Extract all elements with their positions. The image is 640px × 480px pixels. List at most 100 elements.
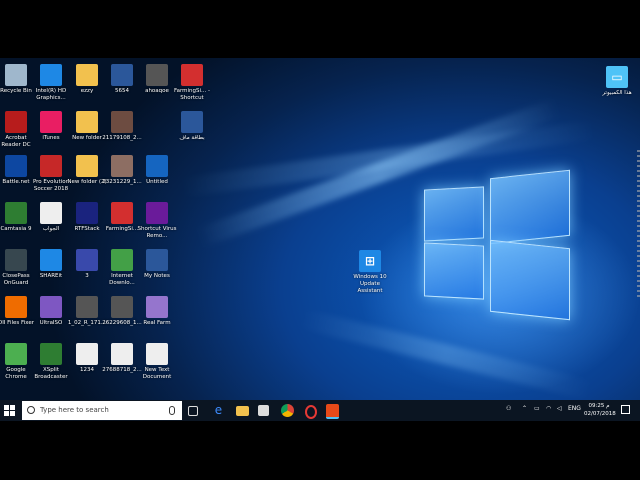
- desktop-icon[interactable]: New folder (2): [67, 155, 107, 186]
- desktop-icon[interactable]: Real Farm: [137, 296, 177, 327]
- dll-fixer-icon: [5, 296, 27, 318]
- letterbox-bottom: [0, 421, 640, 480]
- desktop-icon-label: Shortcut Virus Remo...: [137, 226, 177, 239]
- windows-logo-pane: [490, 169, 570, 245]
- desktop-icon[interactable]: 21179108_2...: [102, 111, 142, 142]
- search-placeholder: Type here to search: [40, 406, 109, 414]
- chrome-taskbar-icon[interactable]: [281, 404, 294, 417]
- desktop-icon-label: 27688718_2...: [102, 367, 142, 373]
- onguard-icon: [5, 249, 27, 271]
- desktop-icon-label: بطاقة ماف: [179, 135, 205, 141]
- desktop-icon[interactable]: 3: [67, 249, 107, 280]
- video-file-icon: [146, 64, 168, 86]
- opera-icon[interactable]: [305, 405, 317, 419]
- image-file-icon: [111, 155, 133, 177]
- desktop-icon[interactable]: New folder: [67, 111, 107, 142]
- desktop-icon[interactable]: 5654: [102, 64, 142, 95]
- screen: Recycle Bin Intel(R) HD Graphics... ezzy 56…: [0, 0, 640, 480]
- volume-icon[interactable]: ◁: [557, 405, 562, 412]
- image-file-icon: [76, 249, 98, 271]
- desktop-icon[interactable]: Shortcut Virus Remo...: [137, 202, 177, 240]
- shareit-icon: [40, 249, 62, 271]
- desktop-icon[interactable]: ezzy: [67, 64, 107, 95]
- desktop-icon[interactable]: 1234: [67, 343, 107, 374]
- desktop-icon[interactable]: New Text Document: [137, 343, 177, 381]
- desktop-icon[interactable]: Pro Evolution Soccer 2018: [31, 155, 71, 193]
- desktop-icon[interactable]: iTunes: [31, 111, 71, 142]
- camtasia-taskbar-icon[interactable]: [326, 404, 339, 419]
- search-icon: [27, 406, 35, 414]
- desktop-icon-this-pc[interactable]: ▭ هذا الكمبيوتر: [597, 66, 637, 97]
- rtfstack-icon: [76, 202, 98, 224]
- word-doc-icon: [181, 111, 203, 133]
- desktop-icon-label: iTunes: [42, 135, 60, 141]
- this-pc-icon: ▭: [606, 66, 628, 88]
- desktop-icon[interactable]: UltraISO: [31, 296, 71, 327]
- windows-update-icon: ⊞: [359, 250, 381, 272]
- document-icon: [40, 202, 62, 224]
- farming-simulator-icon: [111, 202, 133, 224]
- desktop-icon[interactable]: 23231229_1...: [102, 155, 142, 186]
- light-beam: [297, 308, 594, 400]
- task-view-icon[interactable]: [188, 406, 198, 416]
- clock-time: 09:25 م: [588, 403, 610, 409]
- chevron-up-icon[interactable]: ⌃: [522, 405, 527, 412]
- image-file-icon: [111, 111, 133, 133]
- desktop-icon[interactable]: ahoaqoe: [137, 64, 177, 95]
- desktop-icon-label: My Notes: [144, 273, 170, 279]
- desktop-icon[interactable]: XSplit Broadcaster: [31, 343, 71, 381]
- clock-date: 02/07/2018: [584, 411, 616, 417]
- taskbar-search-box[interactable]: Type here to search: [22, 401, 182, 420]
- folder-icon: [76, 155, 98, 177]
- camtasia-icon: [5, 202, 27, 224]
- disc-icon: [146, 296, 168, 318]
- language-indicator[interactable]: ENG: [568, 405, 581, 412]
- desktop-icon[interactable]: Internet Downlo...: [102, 249, 142, 287]
- desktop-icon-label: ezzy: [80, 88, 94, 94]
- word-doc-icon: [146, 249, 168, 271]
- desktop-icon-windows-update-assistant[interactable]: ⊞ Windows 10 Update Assistant: [350, 250, 390, 295]
- document-icon: [111, 343, 133, 365]
- desktop-icon-label: XSplit Broadcaster: [34, 367, 68, 380]
- desktop-icon-label: RTFStack: [74, 226, 100, 232]
- desktop-icon-label: FarmingSi... - Shortcut: [173, 88, 211, 101]
- notification-center-icon[interactable]: [621, 405, 630, 414]
- desktop-icon-label: هذا الكمبيوتر: [602, 90, 632, 96]
- desktop-icon-label: Pro Evolution Soccer 2018: [32, 179, 70, 192]
- store-icon[interactable]: [258, 405, 269, 416]
- desktop-icon[interactable]: 26229608_1...: [102, 296, 142, 327]
- desktop-icon[interactable]: FarmingSi... - Shortcut: [172, 64, 212, 102]
- taskbar-clock[interactable]: 09:25 م 02/07/2018: [584, 402, 616, 418]
- edge-icon[interactable]: e: [212, 404, 225, 417]
- desktop-icon[interactable]: SHAREit: [31, 249, 71, 280]
- desktop-icon[interactable]: RTFStack: [67, 202, 107, 233]
- virus-remover-icon: [146, 202, 168, 224]
- desktop-icon[interactable]: Untitled: [137, 155, 177, 186]
- desktop-icon[interactable]: الجواب: [31, 202, 71, 233]
- desktop-icon-label: 1_02_R_171...: [67, 320, 107, 326]
- taskbar: Type here to search e ⚇ ⌃ ▭ ◠ ◁ ENG: [0, 400, 640, 421]
- desktop-icon-label: ahoaqoe: [145, 88, 169, 94]
- desktop-icon[interactable]: 27688718_2...: [102, 343, 142, 374]
- desktop-icon[interactable]: My Notes: [137, 249, 177, 280]
- desktop-icon-label: SHAREit: [39, 273, 63, 279]
- microphone-icon[interactable]: [169, 406, 175, 415]
- desktop-icon[interactable]: Intel(R) HD Graphics...: [31, 64, 71, 102]
- network-icon[interactable]: ◠: [546, 405, 551, 412]
- desktop-icon-label: 23231229_1...: [102, 179, 142, 185]
- desktop-icon[interactable]: 1_02_R_171...: [67, 296, 107, 327]
- windows-logo-pane: [490, 239, 570, 321]
- desktop-icon[interactable]: بطاقة ماف: [172, 111, 212, 142]
- people-icon[interactable]: ⚇: [506, 405, 511, 412]
- ultraiso-icon: [40, 296, 62, 318]
- video-file-icon: [76, 296, 98, 318]
- desktop-icon-label: New folder (2): [67, 179, 107, 185]
- desktop-icon[interactable]: FarmingSi...: [102, 202, 142, 233]
- battery-icon[interactable]: ▭: [534, 405, 540, 412]
- desktop-icon-label: New folder: [72, 135, 102, 141]
- desktop-icon-label: Windows 10 Update Assistant: [353, 274, 387, 294]
- file-explorer-icon[interactable]: [236, 406, 249, 416]
- start-button[interactable]: [4, 405, 16, 417]
- word-doc-icon: [111, 64, 133, 86]
- desktop-icon-label: FarmingSi...: [105, 226, 139, 232]
